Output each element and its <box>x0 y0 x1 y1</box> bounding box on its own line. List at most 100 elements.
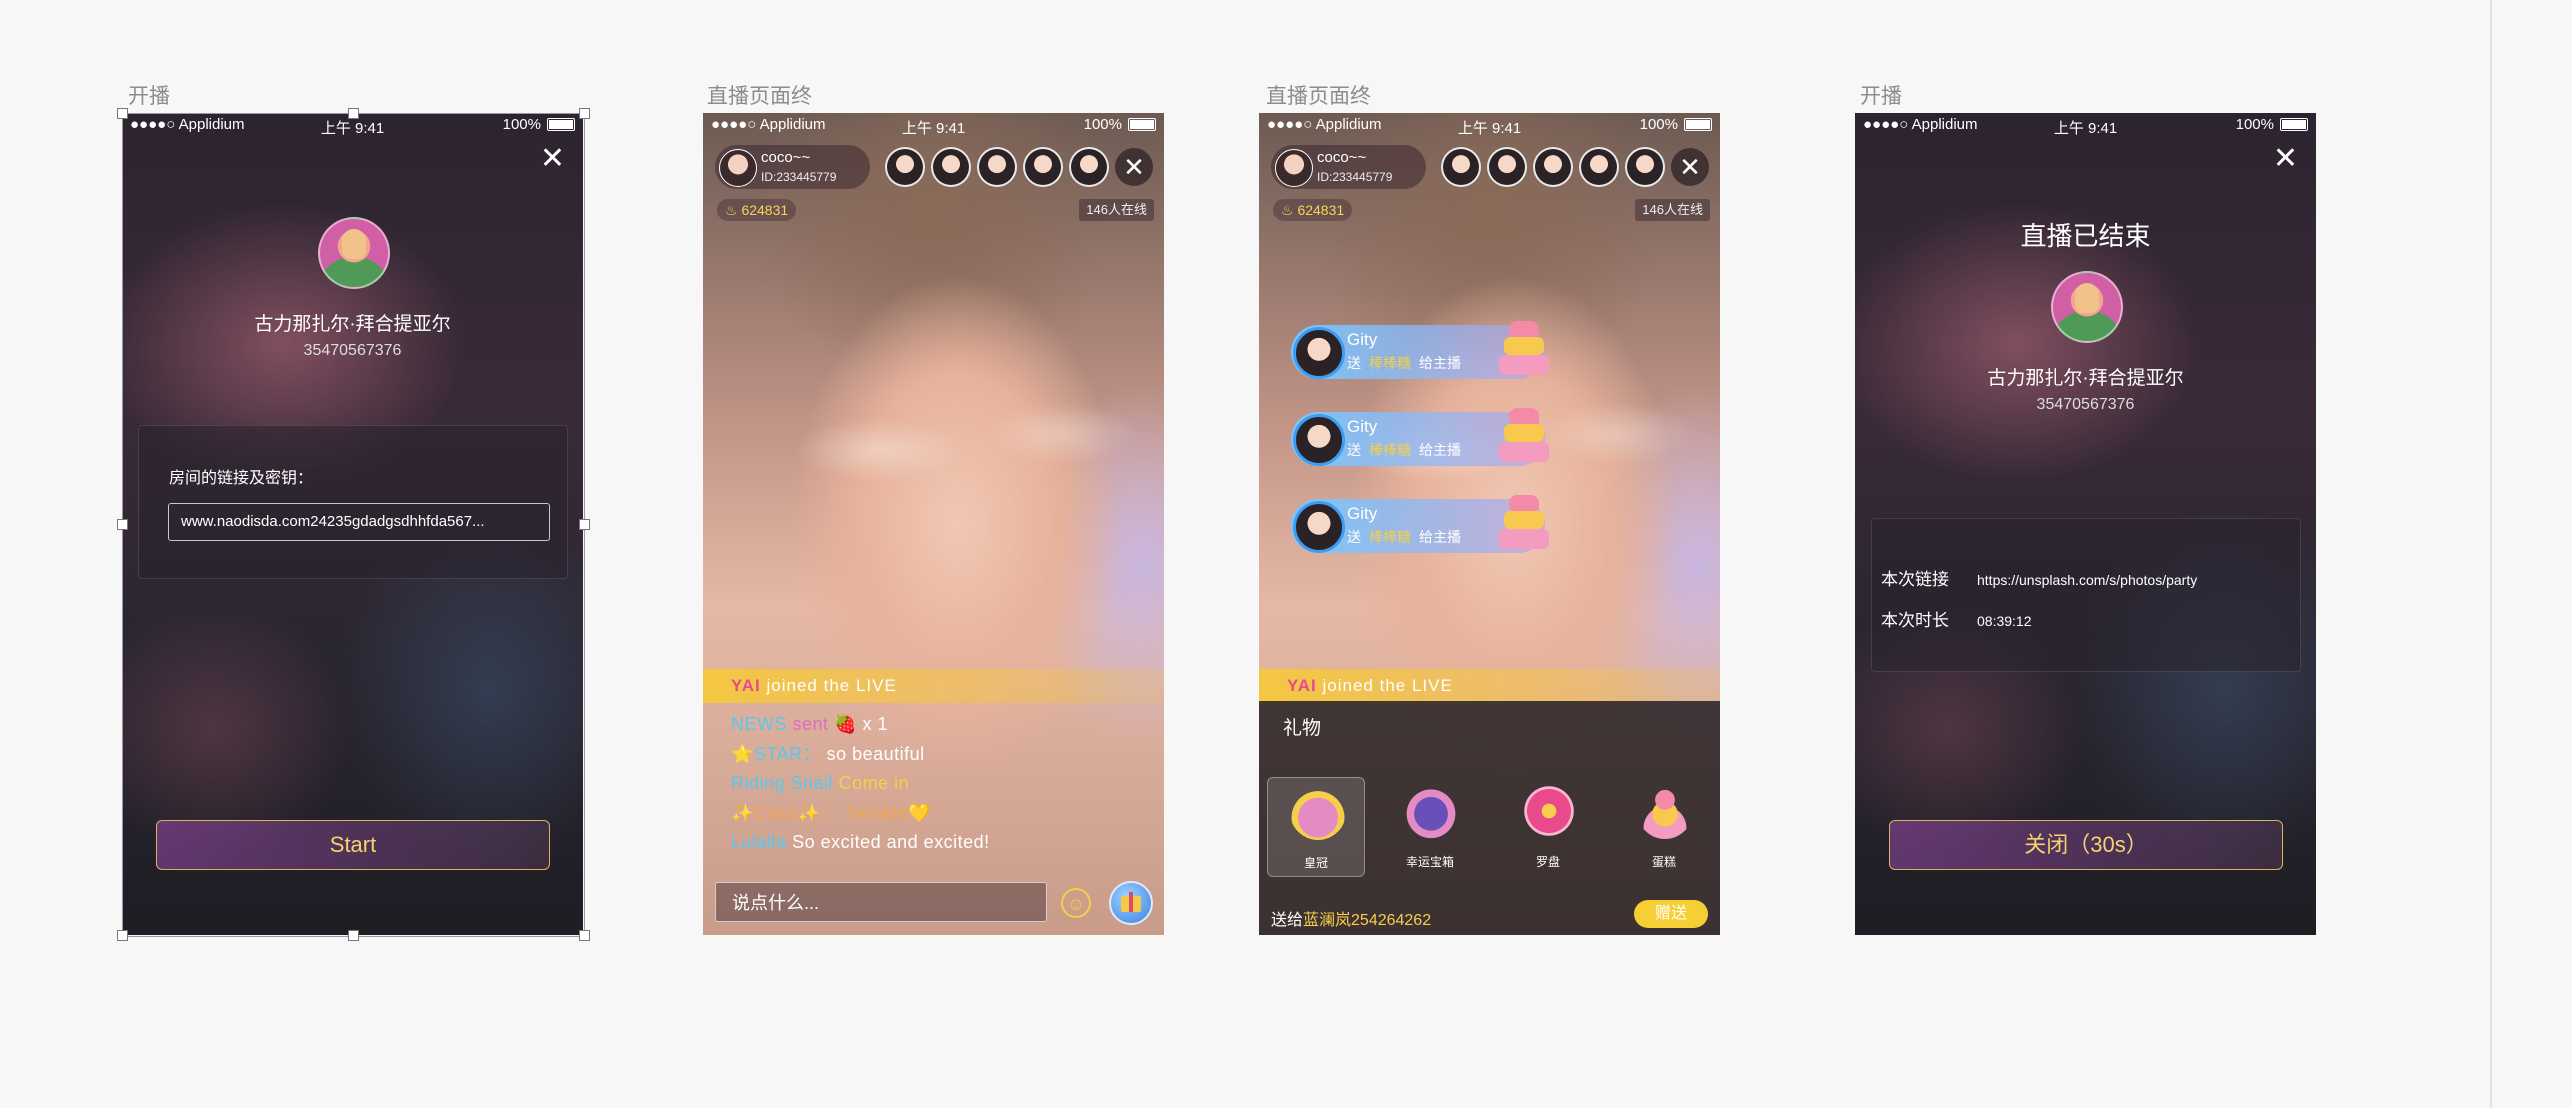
join-user: YAI <box>731 676 761 695</box>
gift-item-compass[interactable]: 罗盘 <box>1499 777 1597 877</box>
viewer-avatar[interactable] <box>1441 147 1481 187</box>
chat-message: ⭐STAR： so beautiful <box>731 740 990 770</box>
battery-indicator: 100% <box>1640 116 1712 133</box>
link-value[interactable]: https://unsplash.com/s/photos/party <box>1977 572 2197 588</box>
sender-name: Gity <box>1347 330 1378 349</box>
end-title: 直播已结束 <box>2020 221 2151 251</box>
duration-row: 本次时长 08:39:12 <box>1881 606 2032 631</box>
heat-counter: ♨ 624831 <box>717 199 797 221</box>
link-key: 本次链接 <box>1881 570 1949 589</box>
resize-handle[interactable] <box>117 519 128 530</box>
viewer-avatar[interactable] <box>977 147 1017 187</box>
chat-message: NEWS sent 🍓 x 1 <box>731 710 990 740</box>
resize-handle[interactable] <box>579 519 590 530</box>
smile-icon[interactable]: ☺ <box>1061 888 1091 918</box>
chat-message: Riding Snail Come in <box>731 769 990 799</box>
live-screen: ●●●●○ Applidium 上午 9:41 100% coco~~ ID:2… <box>703 113 1164 935</box>
battery-percent: 100% <box>1639 116 1678 133</box>
viewer-avatar[interactable] <box>931 147 971 187</box>
viewer-avatar[interactable] <box>1023 147 1063 187</box>
resize-handle[interactable] <box>579 108 590 119</box>
close-button[interactable]: 关闭（30s） <box>1889 820 2283 870</box>
artboard-title-live[interactable]: 直播页面终 <box>707 80 812 110</box>
sender-name: Gity <box>1347 417 1378 436</box>
gift-panel: 礼物 皇冠 幸运宝箱 罗盘 蛋糕 送给蓝澜岚254264262 赠送 <box>1259 701 1720 935</box>
send-word: 送 <box>1347 442 1361 458</box>
canvas-divider <box>2490 0 2492 1108</box>
join-text: joined the LIVE <box>1316 676 1453 695</box>
gift-icon[interactable] <box>1109 881 1153 925</box>
chat-user: Lulalla <box>731 832 787 852</box>
chat-message: Lulalla So excited and excited! <box>731 828 990 858</box>
cake-icon <box>1499 315 1551 379</box>
cake-icon <box>1499 402 1551 466</box>
to-host: 给主播 <box>1419 442 1461 458</box>
selection-frame <box>122 113 585 937</box>
avatar <box>2051 271 2123 343</box>
host-info[interactable]: coco~~ ID:233445779 <box>715 145 870 189</box>
comment-input[interactable]: 说点什么... <box>715 882 1047 922</box>
host-name: coco~~ <box>761 149 811 166</box>
close-icon[interactable]: ✕ <box>1671 148 1709 186</box>
artboard-title-live-gifts[interactable]: 直播页面终 <box>1266 80 1371 110</box>
send-word: 送 <box>1347 355 1361 371</box>
chat-text: Twinkle💛 <box>844 802 931 823</box>
gift-label: 罗盘 <box>1535 855 1560 869</box>
host-avatar <box>1275 149 1313 187</box>
gift-item-cake[interactable]: 蛋糕 <box>1615 777 1713 877</box>
viewer-avatar[interactable] <box>1625 147 1665 187</box>
to-host: 给主播 <box>1419 355 1461 371</box>
live-gifts-screen: ●●●●○ Applidium 上午 9:41 100% coco~~ ID:2… <box>1259 113 1720 935</box>
sender-avatar <box>1293 414 1345 466</box>
resize-handle[interactable] <box>579 930 590 941</box>
heat-value: 624831 <box>741 202 789 218</box>
resize-handle[interactable] <box>348 930 359 941</box>
join-notice: YAI joined the LIVE <box>1259 669 1720 703</box>
close-icon[interactable]: ✕ <box>2273 141 2298 176</box>
send-word: 送 <box>1347 529 1361 545</box>
online-count: 146人在线 <box>1635 199 1710 221</box>
chat-text: So excited and excited! <box>792 832 990 852</box>
heat-counter: ♨ 624831 <box>1273 199 1353 221</box>
gift-popup: Gity 送棒棒糖 给主播 <box>1291 321 1549 379</box>
viewer-avatar[interactable] <box>1069 147 1109 187</box>
gift-item-crown[interactable]: 皇冠 <box>1267 777 1365 877</box>
chat-message: ✨Coco✨： Twinkle💛 <box>731 799 990 829</box>
gift-icon: 🍓 <box>834 714 863 734</box>
battery-percent: 100% <box>1083 116 1122 133</box>
online-count: 146人在线 <box>1079 199 1154 221</box>
gift-popup: Gity 送棒棒糖 给主播 <box>1291 408 1549 466</box>
end-screen: ●●●●○ Applidium 上午 9:41 100% ✕ 直播已结束 古力那… <box>1855 113 2316 935</box>
chat-text: Come in <box>838 773 910 793</box>
host-id: ID:233445779 <box>761 170 837 184</box>
resize-handle[interactable] <box>348 108 359 119</box>
gift-name: 棒棒糖 <box>1369 355 1411 371</box>
battery-indicator: 100% <box>2236 116 2308 133</box>
battery-indicator: 100% <box>1084 116 1156 133</box>
viewer-avatar[interactable] <box>1533 147 1573 187</box>
artboard-title-start[interactable]: 开播 <box>128 80 170 110</box>
send-gift-button[interactable]: 赠送 <box>1634 900 1708 928</box>
gift-name: 棒棒糖 <box>1369 529 1411 545</box>
send-to-prefix: 送给 <box>1271 912 1304 929</box>
gift-line: 送棒棒糖 给主播 <box>1347 527 1461 547</box>
viewer-avatar[interactable] <box>1487 147 1527 187</box>
send-to: 送给蓝澜岚254264262 <box>1271 906 1431 930</box>
chat-user: NEWS <box>731 714 787 734</box>
resize-handle[interactable] <box>117 108 128 119</box>
resize-handle[interactable] <box>117 930 128 941</box>
artboard-title-end[interactable]: 开播 <box>1860 80 1902 110</box>
chat-text: so beautiful <box>826 743 925 764</box>
to-host: 给主播 <box>1419 529 1461 545</box>
duration-value: 08:39:12 <box>1977 613 2032 629</box>
gift-item-lucky-box[interactable]: 幸运宝箱 <box>1381 777 1479 877</box>
sender-avatar <box>1293 327 1345 379</box>
viewer-avatar[interactable] <box>1579 147 1619 187</box>
chat-user: Riding Snail <box>731 773 834 793</box>
link-row: 本次链接 https://unsplash.com/s/photos/party <box>1881 565 2197 590</box>
chat-list: NEWS sent 🍓 x 1 ⭐STAR： so beautiful Ridi… <box>731 710 990 858</box>
viewer-avatar[interactable] <box>885 147 925 187</box>
close-icon[interactable]: ✕ <box>1115 148 1153 186</box>
viewer-list <box>885 147 1109 187</box>
host-info[interactable]: coco~~ ID:233445779 <box>1271 145 1426 189</box>
